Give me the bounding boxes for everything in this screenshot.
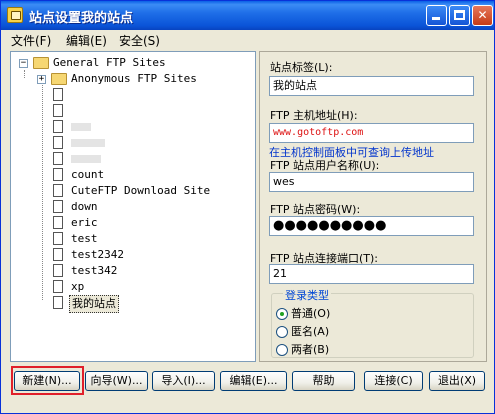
menu-file[interactable]: 文件(F) xyxy=(11,32,51,49)
site-icon xyxy=(53,168,63,181)
site-icon xyxy=(53,184,63,197)
site-icon xyxy=(53,136,63,149)
site-icon xyxy=(53,200,63,213)
wizard-button[interactable]: 向导(W)... xyxy=(85,371,148,391)
maximize-button[interactable] xyxy=(449,5,470,26)
tree-connector xyxy=(24,70,25,78)
exit-button[interactable]: 退出(X) xyxy=(429,371,485,391)
radio-selected-icon xyxy=(276,308,288,320)
folder-icon xyxy=(51,73,67,85)
tree-node-label: xp xyxy=(71,280,85,293)
radio-icon xyxy=(276,326,288,338)
close-button[interactable]: ✕ xyxy=(472,5,493,26)
login-both-radio[interactable]: 两者(B) xyxy=(276,341,329,357)
site-settings-window: 站点设置我的站点 ✕ 文件(F) 编辑(E) 安全(S) − General F… xyxy=(0,0,495,414)
site-icon xyxy=(53,152,63,165)
radio-label: 普通(O) xyxy=(291,307,331,320)
menu-edit[interactable]: 编辑(E) xyxy=(66,32,107,49)
site-icon xyxy=(53,296,63,309)
collapse-icon[interactable]: − xyxy=(19,59,28,68)
title-bar[interactable]: 站点设置我的站点 ✕ xyxy=(1,1,494,30)
site-icon xyxy=(53,216,63,229)
expand-icon[interactable]: + xyxy=(37,75,46,84)
import-button[interactable]: 导入(I)... xyxy=(152,371,215,391)
minimize-button[interactable] xyxy=(426,5,447,26)
tree-node-label: test342 xyxy=(71,264,118,277)
tree-node-label: test xyxy=(71,232,98,245)
tree-node-label: CuteFTP Download Site xyxy=(71,184,211,197)
login-anonymous-radio[interactable]: 匿名(A) xyxy=(276,323,329,339)
new-button-highlight xyxy=(11,366,84,395)
site-icon xyxy=(53,248,63,261)
username-input[interactable]: wes xyxy=(269,172,474,192)
site-icon xyxy=(53,88,63,101)
connect-button[interactable]: 连接(C) xyxy=(364,371,423,391)
window-title: 站点设置我的站点 xyxy=(29,11,134,26)
login-normal-radio[interactable]: 普通(O) xyxy=(276,305,330,321)
folder-open-icon xyxy=(33,57,49,69)
tree-node-label: down xyxy=(71,200,98,213)
username-caption: FTP 站点用户名称(U): xyxy=(270,159,380,172)
tree-node-label: count xyxy=(71,168,105,181)
tree-connector xyxy=(42,82,43,300)
site-label-input[interactable]: 我的站点 xyxy=(269,76,474,96)
login-type-title: 登录类型 xyxy=(283,287,331,303)
redacted-label xyxy=(71,155,101,163)
host-caption: FTP 主机地址(H): xyxy=(270,109,358,122)
site-label-caption: 站点标签(L): xyxy=(270,61,333,74)
password-caption: FTP 站点密码(W): xyxy=(270,203,361,216)
site-icon xyxy=(53,280,63,293)
site-icon xyxy=(53,120,63,133)
tree-node-label: Anonymous FTP Sites xyxy=(71,72,197,85)
tree-node-label: test2342 xyxy=(71,248,124,261)
site-icon xyxy=(53,232,63,245)
app-icon xyxy=(7,7,23,23)
tree-node-label: 我的站点 xyxy=(69,295,119,313)
redacted-label xyxy=(71,139,105,147)
help-button[interactable]: 帮助 xyxy=(292,371,355,391)
site-tree[interactable]: − General FTP Sites + Anonymous FTP Site… xyxy=(10,51,256,362)
site-icon xyxy=(53,264,63,277)
site-icon xyxy=(53,104,63,117)
menu-bar: 文件(F) 编辑(E) 安全(S) xyxy=(1,30,494,49)
radio-label: 两者(B) xyxy=(291,343,330,356)
port-input[interactable]: 21 xyxy=(269,264,474,284)
edit-button[interactable]: 编辑(E)... xyxy=(220,371,287,391)
password-input[interactable]: ●●●●●●●●●● xyxy=(269,216,474,236)
menu-security[interactable]: 安全(S) xyxy=(119,32,160,49)
radio-icon xyxy=(276,344,288,356)
redacted-label xyxy=(71,123,91,131)
tree-node-label: eric xyxy=(71,216,98,229)
host-input[interactable]: www.gotoftp.com xyxy=(269,123,474,143)
tree-node-label: General FTP Sites xyxy=(53,56,166,69)
radio-label: 匿名(A) xyxy=(291,325,330,338)
